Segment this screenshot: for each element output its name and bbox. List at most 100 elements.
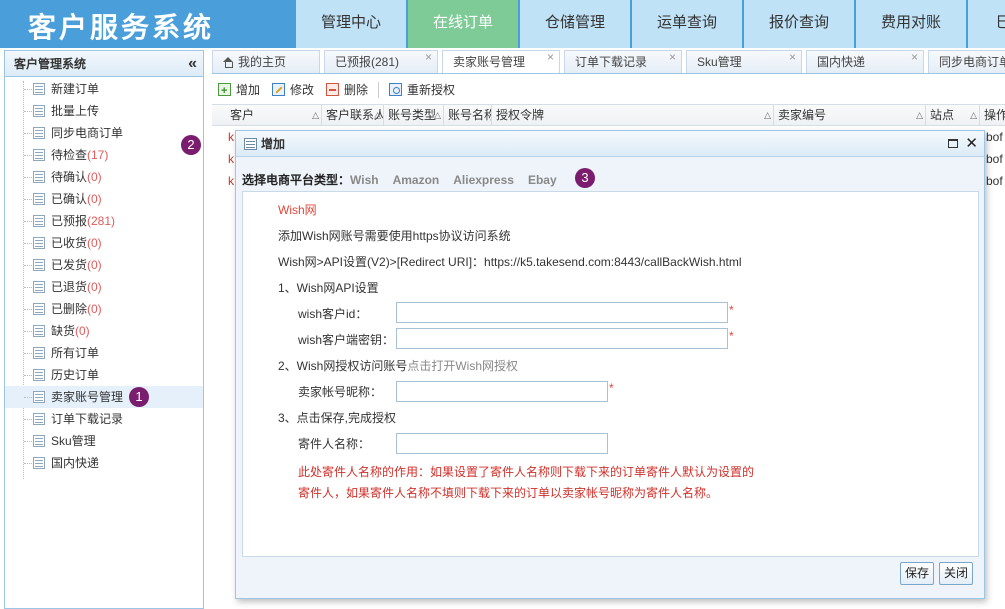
sidebar-item-shipped[interactable]: 已发货(0)	[5, 254, 203, 276]
close-icon[interactable]: ✕	[965, 131, 978, 157]
sidebar-item-out-of-stock[interactable]: 缺货(0)	[5, 320, 203, 342]
redirect-uri-text: Wish网>API设置(V2)>[Redirect URI]：https://k…	[278, 255, 742, 269]
column-account-name[interactable]: 账号名称	[444, 105, 492, 125]
maximize-icon[interactable]	[948, 139, 958, 148]
close-icon[interactable]: ×	[789, 50, 796, 68]
sidebar-item-pending-confirm[interactable]: 待确认(0)	[5, 166, 203, 188]
column-auth-token[interactable]: 授权令牌 △	[492, 105, 774, 125]
platform-option-aliexpress[interactable]: Aliexpress	[453, 173, 514, 187]
sidebar-header: 客户管理系统 «	[5, 51, 203, 77]
sidebar-item-confirmed[interactable]: 已确认(0)	[5, 188, 203, 210]
nav-online-orders[interactable]: 在线订单	[408, 0, 520, 48]
tab-sync-orders[interactable]: 同步电商订单	[928, 50, 1005, 73]
document-icon	[33, 237, 45, 249]
home-icon	[223, 57, 234, 68]
open-wish-auth-link[interactable]: 点击打开Wish网授权	[407, 359, 518, 373]
sidebar-item-deleted[interactable]: 已删除(0)	[5, 298, 203, 320]
platform-option-wish[interactable]: Wish	[350, 173, 379, 187]
tab-bar: 我的主页 已预报(281) × 卖家账号管理 × 订单下载记录 × Sku管理 × 国内…	[212, 50, 1005, 74]
toolbar-divider	[378, 82, 380, 98]
item-count: (0)	[87, 258, 102, 272]
tab-home[interactable]: 我的主页	[212, 50, 320, 73]
sort-icon: △	[916, 110, 923, 120]
nav-warehouse[interactable]: 仓储管理	[520, 0, 632, 48]
document-icon	[33, 83, 45, 95]
dialog-title: 增加	[261, 137, 286, 151]
sender-name-input[interactable]	[396, 433, 608, 454]
tab-sku[interactable]: Sku管理 ×	[686, 50, 802, 73]
close-icon[interactable]: ×	[911, 50, 918, 68]
sidebar-item-pending-check[interactable]: 待检查(17)	[5, 144, 203, 166]
column-site[interactable]: 站点 △	[926, 105, 980, 125]
sidebar-item-batch-upload[interactable]: 批量上传	[5, 100, 203, 122]
sidebar-item-seller-accounts[interactable]: 卖家账号管理 1	[5, 386, 203, 408]
sort-icon: △	[970, 110, 977, 120]
client-id-label: wish客户id：	[298, 307, 368, 321]
sidebar-item-history-orders[interactable]: 历史订单	[5, 364, 203, 386]
column-customer[interactable]: 客户 △	[226, 105, 322, 125]
close-icon[interactable]: ×	[425, 50, 432, 68]
close-icon[interactable]: ×	[547, 50, 554, 68]
top-nav: 管理中心 在线订单 仓储管理 运单查询 报价查询 费用对账 巳	[296, 0, 1005, 48]
dialog-header: 增加 ✕	[236, 131, 984, 157]
tab-forecasted[interactable]: 已预报(281) ×	[324, 50, 438, 73]
add-button[interactable]: 增加	[212, 78, 266, 103]
tab-download-log[interactable]: 订单下载记录 ×	[564, 50, 682, 73]
document-icon	[33, 149, 45, 161]
document-icon	[33, 215, 45, 227]
delete-button[interactable]: 删除	[320, 78, 374, 102]
collapse-icon[interactable]: «	[188, 51, 197, 77]
sender-name-label: 寄件人名称：	[298, 437, 371, 451]
sender-note-line1: 此处寄件人名称的作用：如果设置了寄件人名称则下载下来的订单寄件人默认为设置的	[298, 465, 755, 479]
edit-button[interactable]: 修改	[266, 78, 320, 102]
item-count: (17)	[87, 148, 109, 162]
document-icon	[33, 105, 45, 117]
nav-management-center[interactable]: 管理中心	[296, 0, 408, 48]
step3-title: 3、点击保存,完成授权	[278, 411, 397, 425]
sidebar-item-forecasted[interactable]: 已预报(281)	[5, 210, 203, 232]
sidebar-item-sku[interactable]: Sku管理	[5, 430, 203, 452]
platform-option-ebay[interactable]: Ebay	[528, 173, 557, 187]
nav-more[interactable]: 巳	[968, 0, 1005, 48]
nav-waybill-query[interactable]: 运单查询	[632, 0, 744, 48]
nav-quote-query[interactable]: 报价查询	[744, 0, 856, 48]
table-cell: bof	[986, 174, 1003, 188]
sidebar-item-download-log[interactable]: 订单下载记录	[5, 408, 203, 430]
reauthorize-button[interactable]: 重新授权	[383, 78, 461, 102]
https-notice: 添加Wish网账号需要使用https协议访问系统	[278, 229, 511, 243]
column-account-type[interactable]: 账号类型 △	[384, 105, 444, 125]
document-icon	[33, 391, 45, 403]
item-count: (0)	[87, 302, 102, 316]
add-icon	[218, 79, 231, 103]
tab-domestic-express[interactable]: 国内快递 ×	[806, 50, 924, 73]
nav-billing[interactable]: 费用对账	[856, 0, 968, 48]
sidebar-item-all-orders[interactable]: 所有订单	[5, 342, 203, 364]
seller-nickname-input[interactable]	[396, 381, 608, 402]
delete-icon	[326, 83, 340, 96]
column-contact[interactable]: 客户联系人 △	[322, 105, 384, 125]
document-icon	[33, 325, 45, 337]
client-id-input[interactable]	[396, 302, 728, 323]
sidebar-item-new-order[interactable]: 新建订单	[5, 78, 203, 100]
table-cell: bof	[986, 152, 1003, 166]
sidebar-item-returned[interactable]: 已退货(0)	[5, 276, 203, 298]
sort-icon: △	[312, 110, 319, 120]
column-seller-id[interactable]: 卖家编号 △	[774, 105, 926, 125]
platform-option-amazon[interactable]: Amazon	[393, 173, 440, 187]
add-account-dialog: 增加 ✕ 选择电商平台类型：Wish Amazon Aliexpress Ebay 3…	[235, 130, 985, 599]
item-count: (0)	[87, 236, 102, 250]
close-icon[interactable]: ×	[669, 50, 676, 68]
section-title: Wish网	[278, 203, 317, 217]
close-button[interactable]: 关闭	[939, 562, 974, 585]
platform-label: 选择电商平台类型：	[242, 173, 351, 187]
table-cell: bof	[986, 130, 1003, 144]
client-secret-input[interactable]	[396, 328, 728, 349]
sidebar-item-domestic-express[interactable]: 国内快递	[5, 452, 203, 474]
save-button[interactable]: 保存	[900, 562, 935, 585]
sidebar-item-sync-orders[interactable]: 同步电商订单	[5, 122, 203, 144]
item-count: (0)	[87, 192, 102, 206]
grid-header: 客户 △ 客户联系人 △ 账号类型 △ 账号名称 授权令牌 △ 卖家编号 △ 站点 △ 操作	[212, 104, 1005, 126]
reauthorize-icon	[389, 83, 403, 96]
sidebar-item-received[interactable]: 已收货(0)	[5, 232, 203, 254]
tab-seller-accounts[interactable]: 卖家账号管理 ×	[442, 50, 560, 73]
